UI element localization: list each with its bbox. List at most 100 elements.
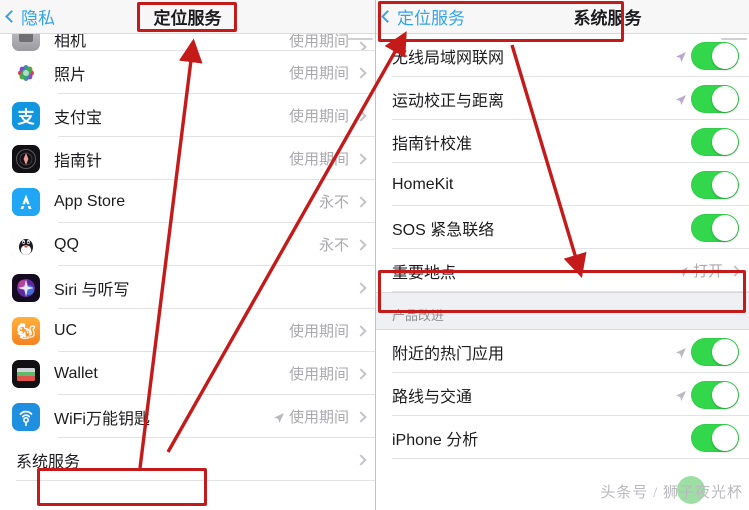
system-service-toggle-row[interactable]: SOS 紧急联络 xyxy=(376,206,749,249)
app-permission-row[interactable]: Siri 与听写 xyxy=(0,266,375,309)
service-toggle-switch[interactable] xyxy=(691,423,739,452)
app-name-label: App Store xyxy=(54,192,126,210)
back-to-privacy-button[interactable]: 隐私 xyxy=(0,4,55,29)
service-toggle-switch[interactable] xyxy=(691,127,739,156)
permission-value-label: 永不 xyxy=(318,237,349,254)
app-name-label: Siri 与听写 xyxy=(54,281,130,299)
app-permission-row[interactable]: 系统服务 xyxy=(0,438,375,481)
left-scroll-indicator[interactable] xyxy=(347,38,373,40)
chevron-right-icon xyxy=(355,109,367,122)
service-toggle-switch[interactable] xyxy=(691,213,739,242)
system-service-toggle-row[interactable]: 无线局域网联网 xyxy=(376,34,749,77)
toggle-knob xyxy=(712,338,738,365)
system-service-toggle-row[interactable]: 运动校正与距离 xyxy=(376,77,749,120)
service-name-label: HomeKit xyxy=(392,175,454,193)
app-permission-row[interactable]: 支支付宝 使用期间 xyxy=(0,94,375,137)
back-button-label: 定位服务 xyxy=(397,9,465,28)
permission-value-label: 使用期间 xyxy=(288,34,349,50)
toggle-knob xyxy=(712,42,738,69)
app-name-label: 支付宝 xyxy=(54,109,103,127)
service-name-label: 附近的热门应用 xyxy=(392,345,505,363)
service-toggle-switch[interactable] xyxy=(691,170,739,199)
chevron-right-icon xyxy=(355,66,367,79)
app-permission-row[interactable]: 指南针 使用期间 xyxy=(0,137,375,180)
system-service-toggle-row[interactable]: 路线与交通 xyxy=(376,373,749,416)
service-name-label: 无线局域网联网 xyxy=(392,49,505,67)
app-permission-row[interactable]: QQ 永不 xyxy=(0,223,375,266)
app-name-label: 系统服务 xyxy=(16,453,81,471)
app-name-label: QQ xyxy=(54,235,79,253)
left-navbar: 隐私 定位服务 xyxy=(0,0,375,34)
watermark-badge xyxy=(677,476,705,504)
back-to-location-services-button[interactable]: 定位服务 xyxy=(376,4,465,29)
chevron-right-icon xyxy=(355,41,367,51)
app-permission-row[interactable]: 相机 使用期间 xyxy=(0,34,375,51)
app-permission-row[interactable]: 照片 使用期间 xyxy=(0,51,375,94)
location-arrow-icon xyxy=(675,346,687,358)
service-toggle-switch[interactable] xyxy=(691,380,739,409)
toggle-knob xyxy=(712,85,738,112)
chevron-right-icon xyxy=(355,367,367,380)
right-page-title: 系统服务 xyxy=(573,9,642,28)
location-arrow-icon xyxy=(677,265,689,277)
chevron-right-icon xyxy=(729,264,741,277)
chevron-right-icon xyxy=(355,324,367,337)
uc-browser-app-icon: 🐿 xyxy=(12,316,40,345)
app-permission-row[interactable]: App Store 永不 xyxy=(0,180,375,223)
permission-value-label: 使用期间 xyxy=(288,65,349,82)
chevron-right-icon xyxy=(355,195,367,208)
screenshot-root: 隐私 定位服务 相机 使用期间 照片 使用期间支支付宝 使用期间 指南针 使用期间 App S… xyxy=(0,0,749,510)
app-permission-row[interactable]: WiFi万能钥匙 使用期间 xyxy=(0,395,375,438)
chevron-left-icon xyxy=(381,10,394,23)
service-name-label: 指南针校准 xyxy=(392,135,473,153)
location-arrow-icon xyxy=(675,389,687,401)
chevron-right-icon xyxy=(355,238,367,251)
toggle-knob xyxy=(712,424,738,451)
location-arrow-icon xyxy=(675,93,687,105)
service-name-label: 重要地点 xyxy=(392,264,457,282)
wifi-master-key-app-icon xyxy=(12,402,40,431)
permission-value-label: 使用期间 xyxy=(288,108,349,125)
app-permission-row[interactable]: Wallet 使用期间 xyxy=(0,352,375,395)
chevron-right-icon xyxy=(355,453,367,466)
service-name-label: 运动校正与距离 xyxy=(392,92,505,110)
system-services-list: 无线局域网联网 运动校正与距离 指南针校准 HomeKit SOS 紧急联络 重要地点 打开 xyxy=(376,34,749,292)
compass-app-icon xyxy=(12,144,40,173)
service-name-label: SOS 紧急联络 xyxy=(392,221,495,239)
service-toggle-switch[interactable] xyxy=(691,337,739,366)
service-value-label: 打开 xyxy=(692,263,723,280)
app-permission-list: 相机 使用期间 照片 使用期间支支付宝 使用期间 指南针 使用期间 App Store 永不 QQ… xyxy=(0,34,375,481)
service-toggle-switch[interactable] xyxy=(691,41,739,70)
left-page-title: 定位服务 xyxy=(153,9,222,28)
system-service-toggle-row[interactable]: 附近的热门应用 xyxy=(376,330,749,373)
product-improvement-list: 附近的热门应用路线与交通 iPhone 分析 xyxy=(376,330,749,459)
right-scroll-indicator[interactable] xyxy=(721,38,747,40)
back-button-label: 隐私 xyxy=(21,9,55,28)
system-service-toggle-row[interactable]: iPhone 分析 xyxy=(376,416,749,459)
app-name-label: 指南针 xyxy=(54,152,103,170)
system-service-toggle-row[interactable]: HomeKit xyxy=(376,163,749,206)
location-arrow-icon xyxy=(675,50,687,62)
permission-value-label: 使用期间 xyxy=(288,323,349,340)
chevron-right-icon xyxy=(355,410,367,423)
toggle-knob xyxy=(712,381,738,408)
product-improvement-header: 产品改进 xyxy=(376,292,749,330)
location-arrow-icon xyxy=(273,411,285,423)
app-name-label: Wallet xyxy=(54,364,98,382)
toggle-knob xyxy=(712,171,738,198)
app-name-label: WiFi万能钥匙 xyxy=(54,410,150,428)
wallet-app-icon xyxy=(12,359,40,388)
app-name-label: 相机 xyxy=(54,34,87,50)
camera-app-icon xyxy=(12,34,40,51)
location-services-panel: 隐私 定位服务 相机 使用期间 照片 使用期间支支付宝 使用期间 指南针 使用期间 App S… xyxy=(0,0,375,510)
service-name-label: iPhone 分析 xyxy=(392,431,479,449)
system-service-disclosure-row[interactable]: 重要地点 打开 xyxy=(376,249,749,292)
app-permission-row[interactable]: 🐿 UC 使用期间 xyxy=(0,309,375,352)
qq-app-icon xyxy=(12,230,40,259)
system-services-panel: 定位服务 系统服务 无线局域网联网 运动校正与距离 指南针校准 HomeKit SOS … xyxy=(375,0,749,510)
system-service-toggle-row[interactable]: 指南针校准 xyxy=(376,120,749,163)
siri-app-icon xyxy=(12,273,40,302)
chevron-right-icon xyxy=(355,152,367,165)
appstore-app-icon xyxy=(12,187,40,216)
service-toggle-switch[interactable] xyxy=(691,84,739,113)
